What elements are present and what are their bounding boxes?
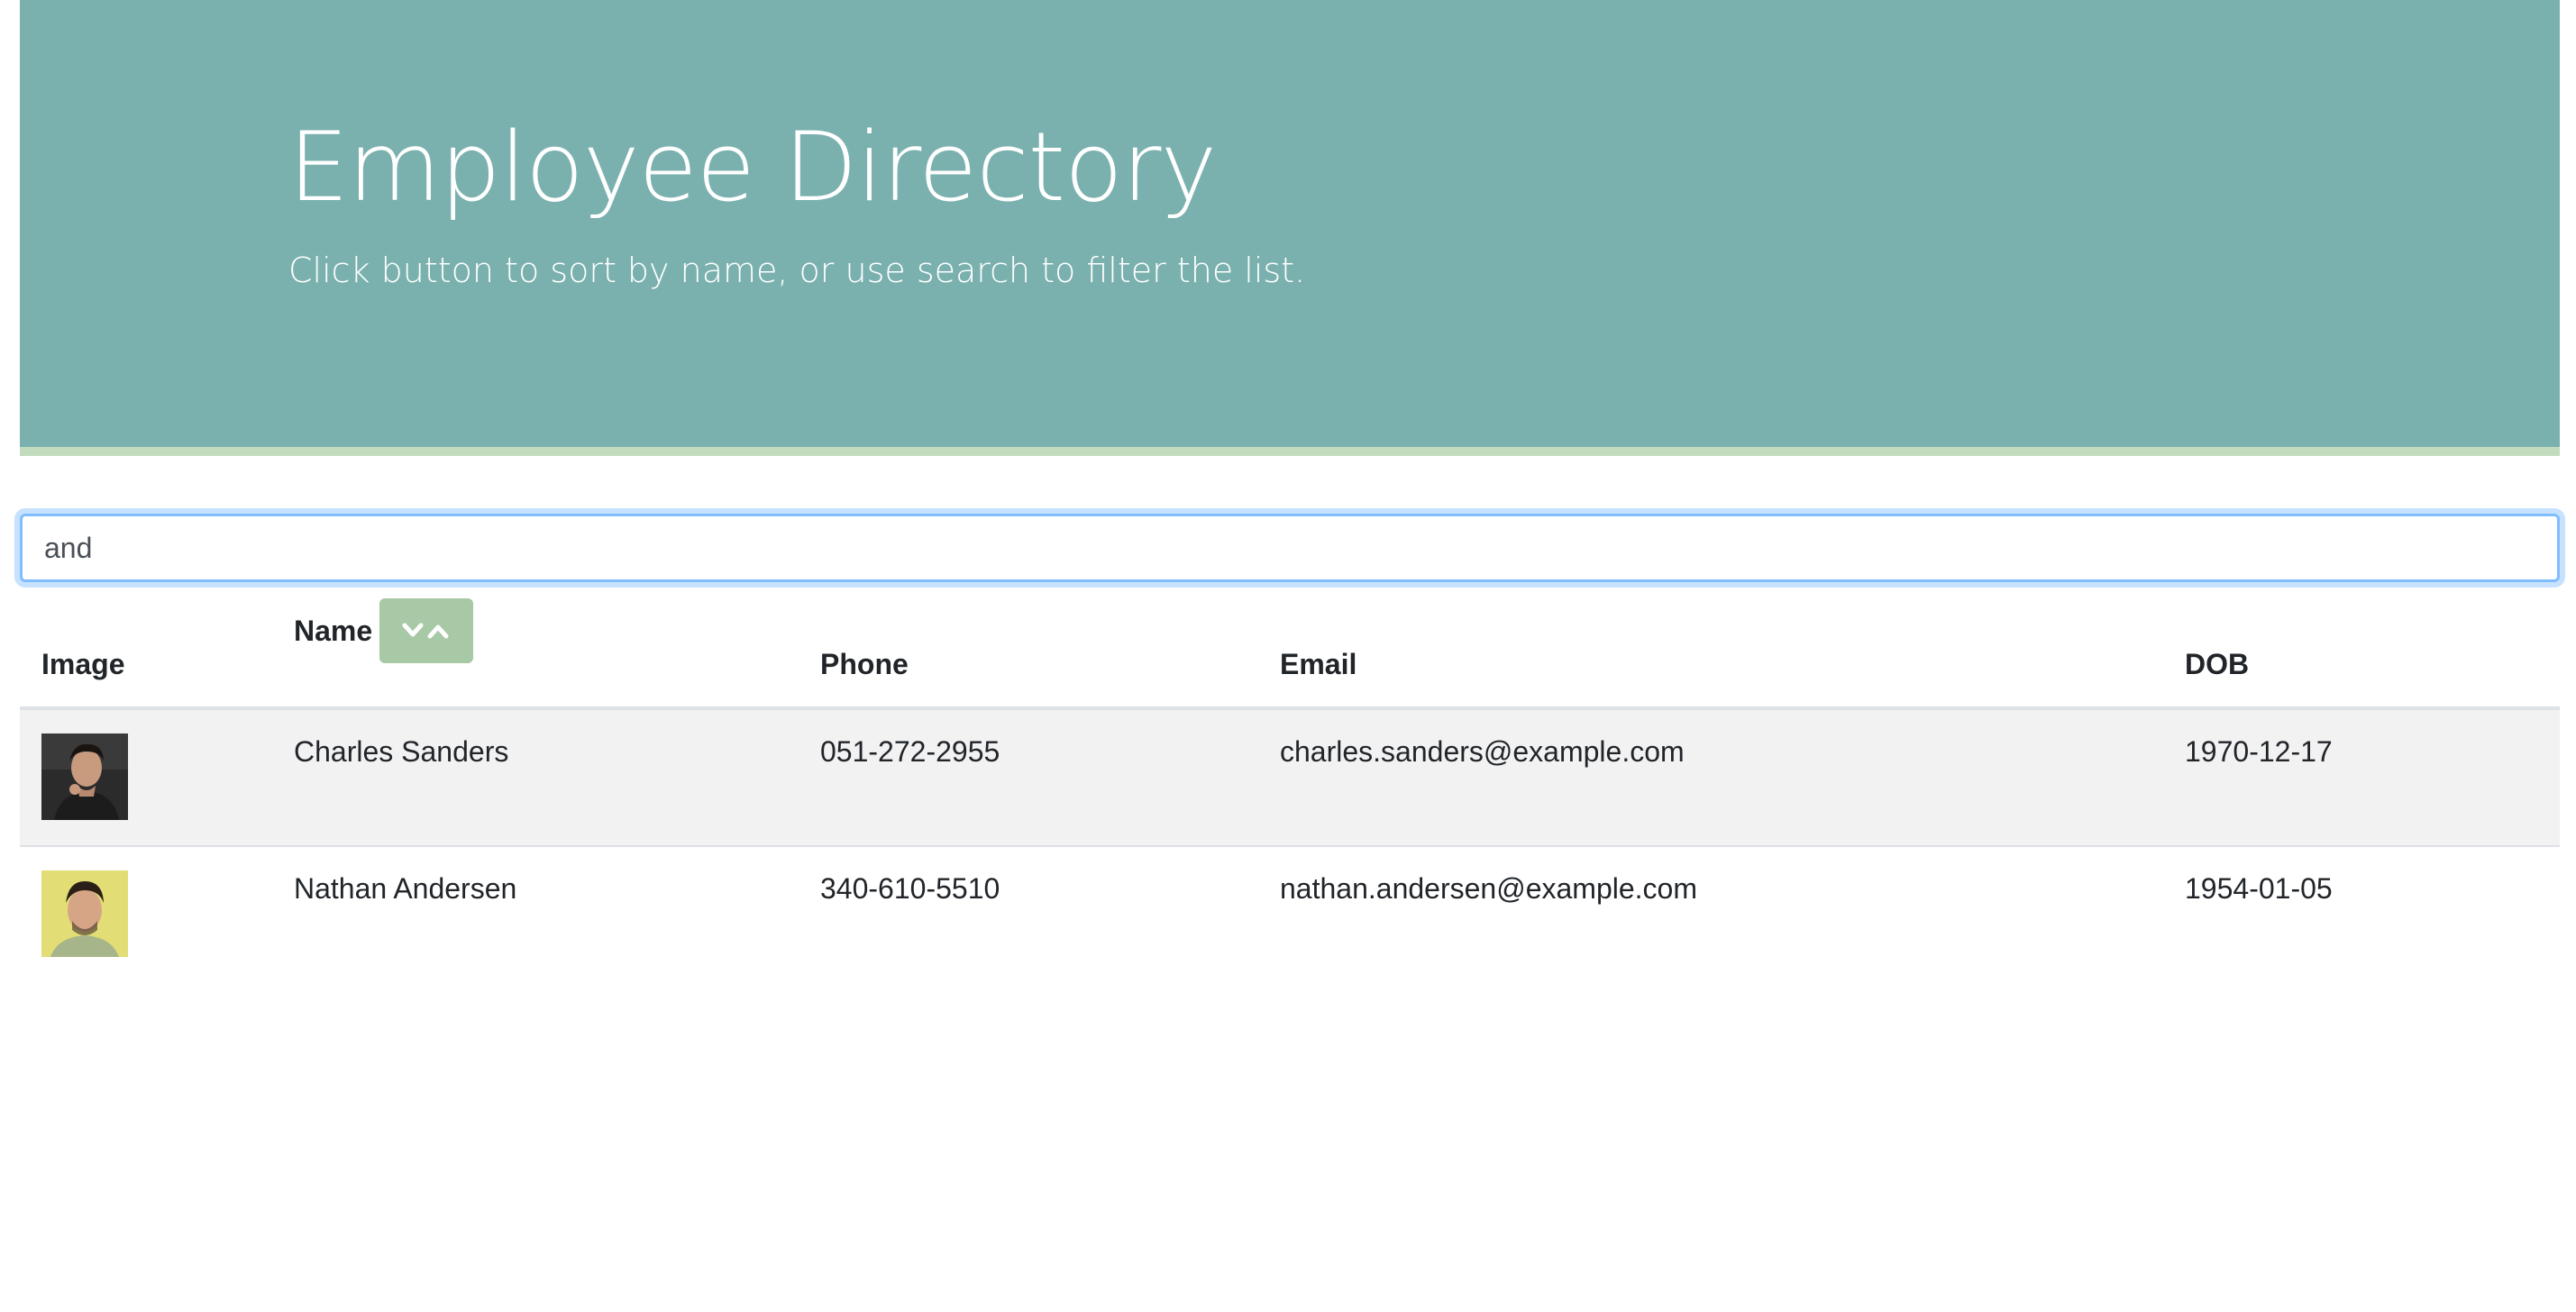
employee-table: Image Name Phone Email DOB Charles Sande… [20, 598, 2560, 982]
page-subtitle: Click button to sort by name, or use sea… [288, 251, 1306, 290]
table-row: Nathan Andersen 340-610-5510 nathan.ande… [20, 845, 2560, 982]
cell-image [20, 845, 272, 982]
name-header-group: Name [294, 598, 474, 663]
employee-photo [41, 870, 251, 957]
cell-phone: 051-272-2955 [799, 708, 1258, 846]
sort-by-name-button[interactable] [379, 598, 474, 663]
cell-image [20, 708, 272, 846]
page-title: Employee Directory [288, 112, 1217, 223]
cell-dob: 1970-12-17 [2163, 708, 2560, 846]
column-header-phone: Phone [799, 609, 1258, 710]
table-header: Image Name Phone Email DOB [20, 598, 2560, 710]
column-header-name-label: Name [294, 614, 373, 647]
page-header: Employee Directory Click button to sort … [20, 0, 2560, 456]
column-header-dob: DOB [2163, 609, 2560, 710]
employee-directory-page: Employee Directory Click button to sort … [0, 0, 2576, 1312]
cell-phone: 340-610-5510 [799, 845, 1258, 982]
chevron-down-up-icon [399, 620, 453, 642]
cell-dob: 1954-01-05 [2163, 845, 2560, 982]
table-body: Charles Sanders 051-272-2955 charles.san… [20, 708, 2560, 982]
column-header-name: Name [272, 598, 799, 710]
cell-email: nathan.andersen@example.com [1258, 845, 2163, 982]
employee-photo [41, 733, 251, 820]
column-header-image: Image [20, 609, 272, 710]
search-input[interactable] [20, 514, 2560, 582]
table-row: Charles Sanders 051-272-2955 charles.san… [20, 708, 2560, 846]
cell-name: Nathan Andersen [272, 845, 799, 982]
table-header-row: Image Name Phone Email DOB [20, 598, 2560, 710]
cell-email: charles.sanders@example.com [1258, 708, 2163, 846]
column-header-email: Email [1258, 609, 2163, 710]
cell-name: Charles Sanders [272, 708, 799, 846]
